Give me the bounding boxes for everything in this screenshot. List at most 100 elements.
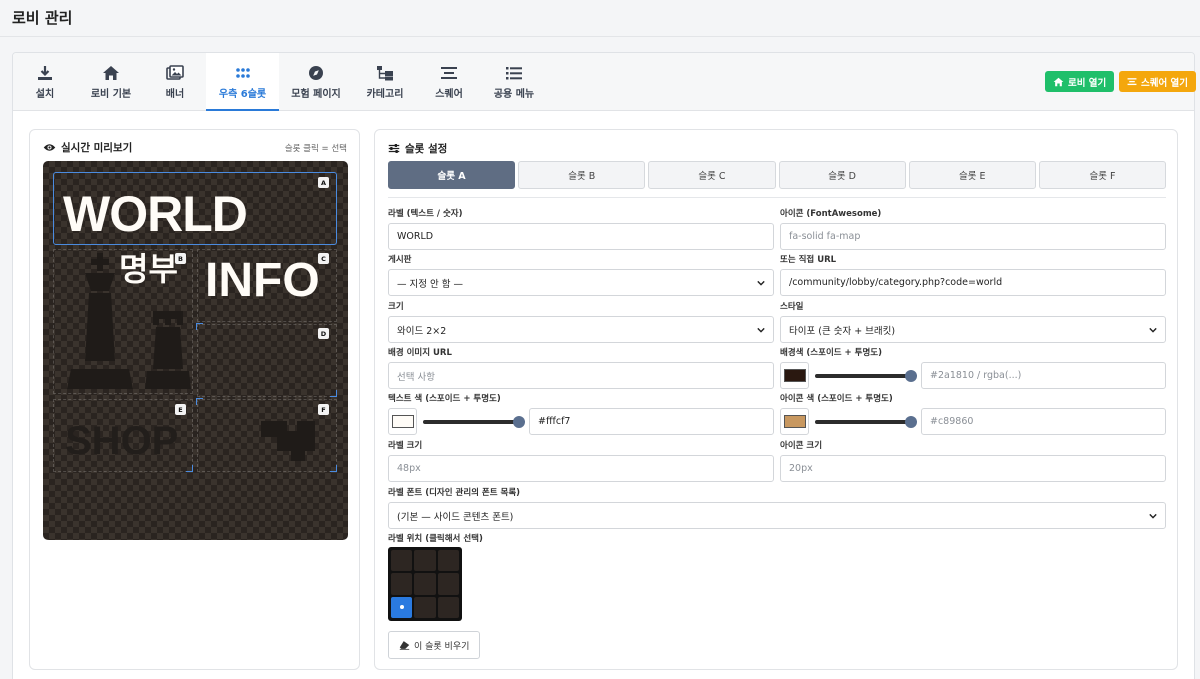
label-font-select[interactable]: (기본 — 사이드 콘텐츠 폰트) — [388, 502, 1166, 529]
slot-letter-a: A — [318, 177, 329, 188]
label-text-input[interactable]: WORLD — [388, 223, 774, 250]
tab-install[interactable]: 설치 — [25, 53, 65, 110]
slot-tab-f[interactable]: 슬롯 F — [1038, 161, 1167, 189]
bg-color-picker[interactable] — [780, 362, 809, 389]
settings-title-text: 슬롯 설정 — [405, 143, 448, 155]
size-select[interactable]: 와이드 2×2 — [388, 316, 774, 343]
bg-opacity-slider[interactable] — [815, 369, 917, 383]
position-cell[interactable] — [391, 573, 413, 595]
tab-lobby-basic[interactable]: 로비 기본 — [85, 53, 137, 110]
icon-opacity-slider[interactable] — [815, 415, 917, 429]
position-cell[interactable] — [437, 550, 459, 572]
tab-right-6-slots[interactable]: 우측 6슬롯 — [206, 53, 279, 111]
slot-e-label: SHOP — [65, 419, 179, 463]
page-title: 로비 관리 — [12, 9, 73, 27]
slot-letter-d: D — [318, 328, 329, 339]
text-color-field-label: 텍스트 색 (스포이드 + 투명도) — [388, 394, 501, 404]
bg-image-field-group: 배경 이미지 URL 선택 사항 — [388, 346, 774, 389]
style-select[interactable]: 타이포 (큰 숫자 + 브래킷) — [780, 316, 1166, 343]
compass-icon — [309, 66, 323, 80]
slider-knob[interactable] — [905, 369, 917, 382]
bg-image-field-label: 배경 이미지 URL — [388, 348, 452, 358]
preview-slot-d[interactable] — [197, 324, 337, 397]
tab-adventure-page[interactable]: 모험 페이지 — [285, 53, 347, 110]
chevron-down-icon — [1149, 513, 1157, 519]
open-square-label: 스퀘어 열기 — [1141, 77, 1189, 89]
selection-corner — [330, 465, 337, 472]
list-icon — [506, 67, 522, 80]
tab-square[interactable]: 스퀘어 — [431, 53, 467, 110]
home-icon — [1053, 77, 1064, 86]
label-size-field-label: 라벨 크기 — [388, 441, 423, 451]
label-size-field-group: 라벨 크기 48px — [388, 439, 774, 482]
selection-corner — [330, 390, 337, 397]
icon-color-input[interactable]: #c89860 — [921, 408, 1166, 435]
selection-corner — [186, 465, 193, 472]
slot-tab-group: 슬롯 A 슬롯 B 슬롯 C 슬롯 D 슬롯 E 슬롯 F — [388, 161, 1167, 189]
open-square-button[interactable]: 스퀘어 열기 — [1119, 71, 1197, 92]
bg-color-input[interactable]: #2a1810 / rgba(...) — [921, 362, 1166, 389]
font-field-label: 라벨 폰트 (디자인 관리의 폰트 목록) — [388, 488, 521, 498]
folder-tree-icon — [377, 66, 393, 81]
align-center-icon — [441, 67, 457, 79]
text-color-input[interactable]: #fffcf7 — [529, 408, 774, 435]
tab-banner[interactable]: 배너 — [153, 53, 197, 110]
size-field-label: 크기 — [388, 302, 404, 312]
size-field-group: 크기 와이드 2×2 — [388, 300, 774, 343]
board-field-label: 게시판 — [388, 255, 412, 265]
tab-common-menu[interactable]: 공용 메뉴 — [491, 53, 537, 110]
position-cell[interactable] — [414, 550, 436, 572]
slot-tab-a[interactable]: 슬롯 A — [388, 161, 516, 189]
tab-category[interactable]: 카테고리 — [361, 53, 409, 110]
slider-knob[interactable] — [905, 415, 917, 428]
position-cell[interactable] — [391, 596, 413, 618]
live-preview-card: 실시간 미리보기 슬롯 클릭 = 선택 A WORLD B 명부 C INFO … — [29, 129, 360, 670]
icon-color-picker[interactable] — [780, 408, 809, 435]
position-cell[interactable] — [437, 596, 459, 618]
eraser-icon — [399, 641, 410, 650]
url-field-label: 또는 직접 URL — [780, 255, 837, 265]
position-cell[interactable] — [391, 550, 413, 572]
slot-tab-b[interactable]: 슬롯 B — [518, 161, 646, 189]
icon-class-input[interactable]: fa-solid fa-map — [780, 223, 1166, 250]
bg-image-url-input[interactable]: 선택 사항 — [388, 362, 774, 389]
position-cell[interactable] — [414, 573, 436, 595]
direct-url-input[interactable]: /community/lobby/category.php?code=world — [780, 269, 1166, 296]
tab-label: 스퀘어 — [435, 89, 463, 100]
selection-corner — [196, 398, 203, 405]
icon-field-group: 아이콘 (FontAwesome) fa-solid fa-map — [780, 207, 1166, 250]
label-size-input[interactable]: 48px — [388, 455, 774, 482]
chevron-down-icon — [757, 280, 765, 286]
style-select-value: 타이포 (큰 숫자 + 브래킷) — [789, 325, 896, 337]
open-lobby-label: 로비 열기 — [1068, 77, 1107, 89]
tab-label: 우측 6슬롯 — [218, 89, 267, 100]
preview-title: 실시간 미리보기 — [43, 140, 132, 155]
board-select[interactable]: — 지정 안 함 — — [388, 269, 774, 296]
position-cell[interactable] — [437, 573, 459, 595]
clear-slot-button[interactable]: 이 슬롯 비우기 — [388, 631, 481, 659]
slot-b-label: 명부 — [119, 251, 178, 287]
text-opacity-slider[interactable] — [423, 415, 525, 429]
position-cell[interactable] — [414, 596, 436, 618]
open-lobby-button[interactable]: 로비 열기 — [1045, 71, 1115, 92]
icon-field-label: 아이콘 (FontAwesome) — [780, 209, 882, 219]
tab-label: 로비 기본 — [90, 89, 132, 100]
style-field-label: 스타일 — [780, 302, 804, 312]
chevron-down-icon — [1149, 327, 1157, 333]
label-field-group: 라벨 (텍스트 / 숫자) WORLD — [388, 207, 774, 250]
font-select-value: (기본 — 사이드 콘텐츠 폰트) — [397, 511, 514, 523]
tab-label: 모험 페이지 — [291, 89, 341, 100]
slot-tab-c[interactable]: 슬롯 C — [648, 161, 776, 189]
chevron-down-icon — [757, 327, 765, 333]
label-field-label: 라벨 (텍스트 / 숫자) — [388, 209, 463, 219]
selection-corner — [196, 323, 203, 330]
settings-title: 슬롯 설정 — [388, 141, 447, 156]
icon-size-input[interactable]: 20px — [780, 455, 1166, 482]
icon-color-field-group: 아이콘 색 (스포이드 + 투명도) #c89860 — [780, 392, 1166, 435]
label-position-grid — [388, 547, 462, 621]
slot-tab-d[interactable]: 슬롯 D — [778, 161, 906, 189]
position-field-label: 라벨 위치 (클릭해서 선택) — [388, 534, 483, 544]
text-color-picker[interactable] — [388, 408, 417, 435]
slot-tab-e[interactable]: 슬롯 E — [908, 161, 1036, 189]
slider-knob[interactable] — [513, 415, 525, 428]
